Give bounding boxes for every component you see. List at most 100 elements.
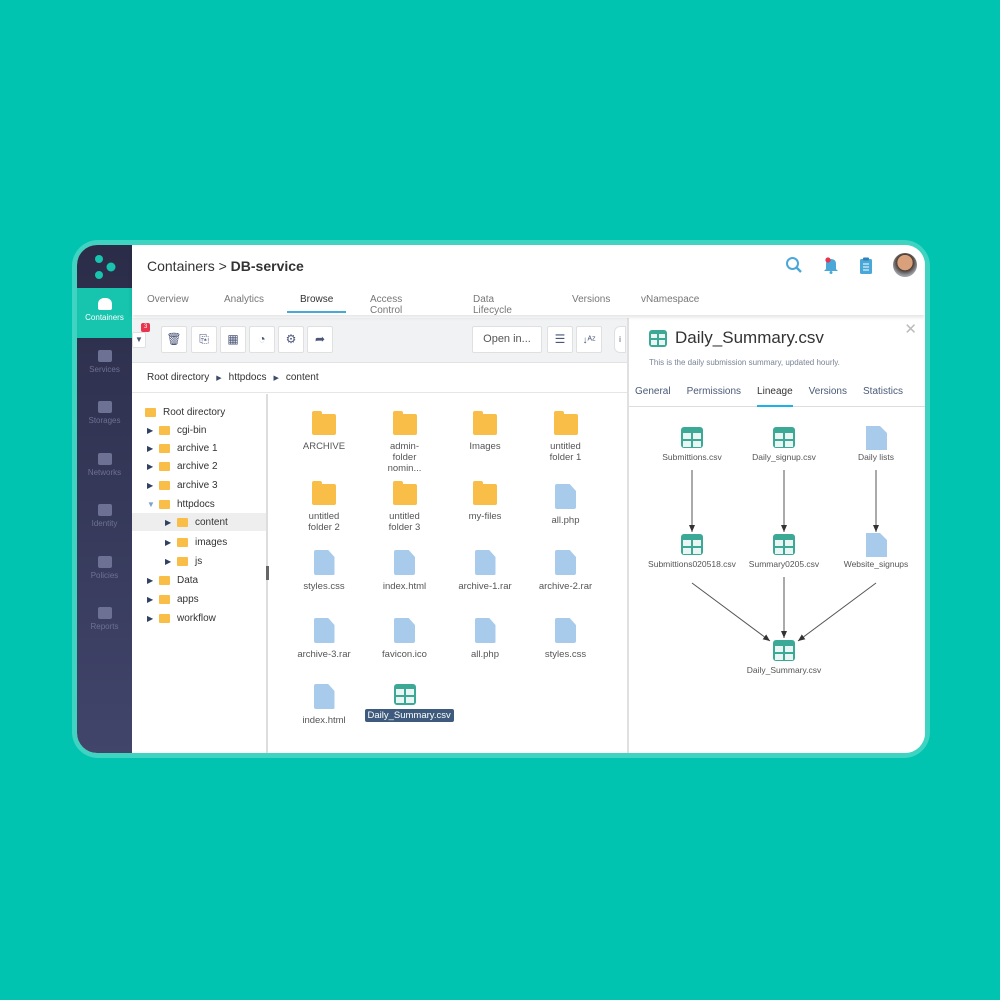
folder-icon [177, 517, 188, 527]
file-item[interactable]: my-files [445, 481, 525, 522]
file-item[interactable]: Images [445, 411, 525, 452]
file-item[interactable]: ARCHIVE [284, 411, 364, 452]
clipboard-icon[interactable] [859, 257, 873, 274]
lineage-node[interactable]: Daily_Summary.csv [747, 640, 822, 675]
sidebar-item-policies[interactable]: Policies [77, 546, 132, 596]
container-icon [97, 298, 112, 310]
bell-icon[interactable] [823, 256, 839, 274]
tree-item[interactable]: ▶ cgi-bin [132, 421, 266, 439]
avatar[interactable] [893, 253, 917, 277]
sidebar-item-services[interactable]: Services [77, 340, 132, 390]
file-item[interactable]: Daily_Summary.csv [364, 684, 454, 722]
file-icon [394, 618, 415, 643]
file-icon [313, 684, 335, 709]
sidebar-item-storages[interactable]: Storages [77, 391, 132, 441]
crumb-parent[interactable]: Containers [147, 258, 215, 274]
lineage-edge [797, 582, 877, 642]
lineage-node[interactable]: Submittions.csv [662, 427, 723, 462]
tab-vnamespace[interactable]: vNamespace [641, 294, 699, 311]
delete-button[interactable]: 🗑 [161, 326, 187, 353]
caret-right-icon[interactable]: ▶ [147, 614, 159, 623]
tab-data-lifecycle[interactable]: Data Lifecycle [473, 294, 512, 322]
file-item[interactable]: admin-folder nomin... [365, 411, 445, 474]
settings-button[interactable]: ⚙ [278, 326, 304, 353]
caret-right-icon[interactable]: ▶ [165, 538, 177, 547]
tree-item-label: images [195, 536, 228, 548]
file-item[interactable]: all.php [445, 618, 525, 660]
caret-right-icon[interactable]: ▶ [147, 481, 159, 490]
tab-browse[interactable]: Browse [286, 294, 347, 313]
tree-scrollbar[interactable] [266, 566, 269, 580]
history-button[interactable]: ◔ [249, 326, 275, 353]
file-item[interactable]: untitled folder 1 [526, 411, 606, 463]
file-item[interactable]: favicon.ico [365, 618, 445, 660]
csv-icon [649, 329, 667, 347]
export-button[interactable]: ⎘ [191, 326, 217, 353]
tree-item[interactable]: ▶ content [132, 513, 266, 531]
tab-analytics[interactable]: Analytics [224, 294, 264, 311]
tree-item[interactable]: ▶ apps [132, 590, 266, 608]
sort-button[interactable]: ↓ᴬᶻ [576, 326, 602, 353]
sidebar-item-identity[interactable]: Identity [77, 494, 132, 544]
breadcrumb-item[interactable]: Root directory [147, 372, 209, 383]
caret-right-icon[interactable]: ▶ [165, 557, 177, 566]
network-icon [97, 452, 112, 465]
preview-button[interactable]: ▦ [220, 326, 246, 353]
file-item[interactable]: index.html [284, 684, 364, 726]
lineage-node[interactable]: Daily lists [858, 426, 894, 462]
file-item[interactable]: untitled folder 2 [284, 481, 364, 533]
caret-right-icon[interactable]: ▶ [147, 462, 159, 471]
panel-tab-versions[interactable]: Versions [809, 380, 847, 406]
file-name: archive-1.rar [458, 581, 512, 592]
sidebar-item-containers[interactable]: Containers [77, 288, 132, 338]
file-item[interactable]: styles.css [526, 618, 606, 660]
tree-item[interactable]: ▶ archive 1 [132, 439, 266, 457]
info-button[interactable]: i [614, 326, 626, 353]
breadcrumb-item[interactable]: httpdocs [229, 372, 267, 383]
open-in-button[interactable]: Open in... [472, 326, 542, 353]
filter-button[interactable]: ▼ [132, 332, 146, 348]
file-item[interactable]: archive-2.rar [526, 550, 606, 592]
sidebar-item-reports[interactable]: Reports [77, 597, 132, 647]
caret-right-icon[interactable]: ▶ [147, 426, 159, 435]
share-button[interactable]: ➦ [307, 326, 333, 353]
tree-item[interactable]: ▶ images [132, 533, 266, 551]
file-item[interactable]: untitled folder 3 [365, 481, 445, 533]
file-item[interactable]: index.html [365, 550, 445, 592]
tree-item[interactable]: Root directory [132, 403, 266, 421]
panel-tab-permissions[interactable]: Permissions [687, 380, 741, 406]
tab-access-control[interactable]: Access Control [370, 294, 402, 322]
caret-down-icon[interactable]: ▼ [147, 500, 159, 509]
panel-tab-general[interactable]: General [635, 380, 671, 406]
file-item[interactable]: archive-3.rar [284, 618, 364, 660]
list-view-button[interactable]: ☰ [547, 326, 573, 353]
tree-item[interactable]: ▶ js [132, 552, 266, 570]
search-icon[interactable] [785, 256, 803, 274]
tab-versions[interactable]: Versions [572, 294, 610, 311]
close-icon[interactable]: ✕ [904, 320, 917, 338]
tree-item[interactable]: ▶ archive 2 [132, 457, 266, 475]
panel-tab-lineage[interactable]: Lineage [757, 380, 793, 407]
file-item[interactable]: archive-1.rar [445, 550, 525, 592]
panel-tab-statistics[interactable]: Statistics [863, 380, 903, 406]
tree-item[interactable]: ▶ workflow [132, 609, 266, 627]
tab-overview[interactable]: Overview [147, 294, 189, 311]
lineage-node[interactable]: Website_signups [844, 533, 909, 569]
tree-item-label: cgi-bin [177, 424, 207, 436]
lineage-node[interactable]: Submittions020518.csv [648, 534, 737, 569]
lineage-node[interactable]: Daily_signup.csv [752, 427, 817, 462]
panel-tabs: General Permissions Lineage Versions Statist… [629, 380, 925, 407]
file-name: all.php [551, 515, 580, 526]
caret-right-icon[interactable]: ▶ [147, 444, 159, 453]
tree-item[interactable]: ▶ Data [132, 571, 266, 589]
caret-right-icon[interactable]: ▶ [165, 518, 177, 527]
caret-right-icon[interactable]: ▶ [147, 595, 159, 604]
file-item[interactable]: styles.css [284, 550, 364, 592]
caret-right-icon[interactable]: ▶ [147, 576, 159, 585]
sidebar-item-networks[interactable]: Networks [77, 443, 132, 493]
tree-item[interactable]: ▶ archive 3 [132, 476, 266, 494]
file-item[interactable]: all.php [526, 484, 606, 526]
tree-item[interactable]: ▼ httpdocs [132, 495, 266, 513]
lineage-node[interactable]: Summary0205.csv [749, 534, 820, 569]
breadcrumb-item[interactable]: content [286, 372, 319, 383]
